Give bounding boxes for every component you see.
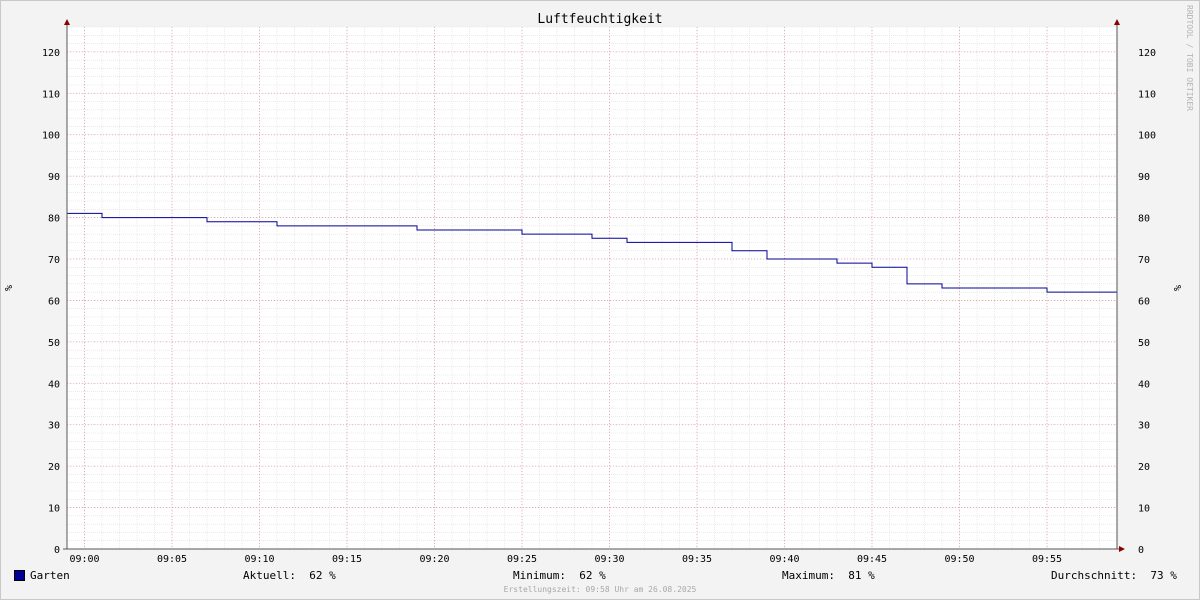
y-tick-label-right: 20 bbox=[1138, 462, 1150, 473]
x-tick-label: 09:30 bbox=[594, 554, 624, 565]
y-tick-label-right: 60 bbox=[1138, 296, 1150, 307]
x-tick-label: 09:20 bbox=[419, 554, 449, 565]
y-tick-label-right: 10 bbox=[1138, 504, 1150, 515]
legend-minimum: Minimum: 62 % bbox=[513, 569, 606, 583]
legend-minimum-label: Minimum: bbox=[513, 569, 566, 582]
legend-series-name: Garten bbox=[30, 569, 70, 582]
y-axis-arrow-right bbox=[1114, 19, 1120, 25]
y-tick-label-left: 0 bbox=[54, 545, 60, 556]
legend-minimum-value: 62 % bbox=[579, 569, 606, 582]
x-tick-label: 09:50 bbox=[944, 554, 974, 565]
y-tick-label-right: 120 bbox=[1138, 48, 1156, 59]
y-tick-label-right: 90 bbox=[1138, 172, 1150, 183]
y-tick-label-left: 70 bbox=[48, 255, 60, 266]
legend-current-value: 62 % bbox=[309, 569, 336, 582]
legend-maximum: Maximum: 81 % bbox=[782, 569, 875, 583]
y-tick-label-right: 110 bbox=[1138, 89, 1156, 100]
y-axis-arrow-left bbox=[64, 19, 70, 25]
legend-current: Aktuell: 62 % bbox=[243, 569, 336, 583]
legend-maximum-value: 81 % bbox=[848, 569, 875, 582]
x-tick-label: 09:15 bbox=[332, 554, 362, 565]
x-tick-label: 09:00 bbox=[69, 554, 99, 565]
x-tick-label: 09:40 bbox=[769, 554, 799, 565]
legend-maximum-label: Maximum: bbox=[782, 569, 835, 582]
legend-average-label: Durchschnitt: bbox=[1051, 569, 1138, 582]
x-tick-label: 09:25 bbox=[507, 554, 537, 565]
y-tick-label-right: 40 bbox=[1138, 379, 1150, 390]
y-tick-label-left: 110 bbox=[42, 89, 60, 100]
y-axis-label-left: % bbox=[4, 285, 15, 291]
x-axis-arrow bbox=[1119, 546, 1125, 552]
y-tick-label-left: 90 bbox=[48, 172, 60, 183]
legend-average: Durchschnitt: 73 % bbox=[1051, 569, 1177, 583]
y-axis-label-right: % bbox=[1173, 285, 1184, 291]
legend-current-label: Aktuell: bbox=[243, 569, 296, 582]
y-tick-label-left: 30 bbox=[48, 421, 60, 432]
y-tick-label-left: 80 bbox=[48, 214, 60, 225]
x-tick-label: 09:10 bbox=[244, 554, 274, 565]
legend-average-value: 73 % bbox=[1150, 569, 1177, 582]
x-tick-label: 09:05 bbox=[157, 554, 187, 565]
y-tick-label-right: 0 bbox=[1138, 545, 1144, 556]
y-tick-label-left: 50 bbox=[48, 338, 60, 349]
y-tick-label-right: 100 bbox=[1138, 131, 1156, 142]
x-tick-label: 09:45 bbox=[857, 554, 887, 565]
y-tick-label-left: 60 bbox=[48, 296, 60, 307]
creation-time-note: Erstellungszeit: 09:58 Uhr am 26.08.2025 bbox=[503, 585, 697, 594]
legend-swatch bbox=[14, 570, 25, 581]
y-tick-label-right: 70 bbox=[1138, 255, 1150, 266]
y-tick-label-left: 100 bbox=[42, 131, 60, 142]
y-tick-label-right: 30 bbox=[1138, 421, 1150, 432]
chart-title: Luftfeuchtigkeit bbox=[537, 12, 662, 27]
y-tick-label-left: 10 bbox=[48, 504, 60, 515]
x-tick-label: 09:35 bbox=[682, 554, 712, 565]
x-tick-label: 09:55 bbox=[1032, 554, 1062, 565]
watermark: RRDTOOL / TOBI OETIKER bbox=[1185, 5, 1194, 111]
chart-area: 0 0 10 10 20 20 30 30 40 40 50 50 60 60 70 70 80 80 90 90 10… bbox=[4, 5, 1194, 565]
y-tick-label-left: 120 bbox=[42, 48, 60, 59]
y-tick-label-left: 40 bbox=[48, 379, 60, 390]
y-tick-label-right: 80 bbox=[1138, 214, 1150, 225]
y-tick-label-left: 20 bbox=[48, 462, 60, 473]
y-tick-label-right: 50 bbox=[1138, 338, 1150, 349]
